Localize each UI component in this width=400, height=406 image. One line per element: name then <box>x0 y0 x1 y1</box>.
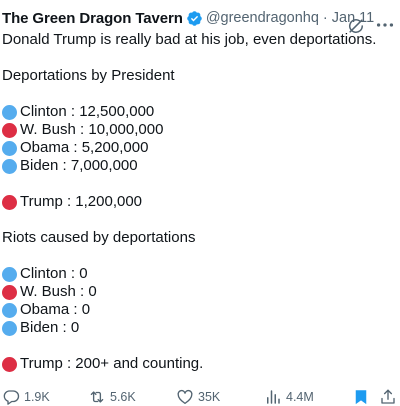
views-count: 4.4M <box>286 390 314 404</box>
author-name[interactable]: The Green Dragon Tavern <box>2 10 183 27</box>
tweet-header: The Green Dragon Tavern @greendragonhq ·… <box>2 8 400 28</box>
red-circle-icon <box>2 122 17 138</box>
list-item: Clinton : 0 <box>2 265 400 283</box>
views-button[interactable]: 4.4M <box>264 388 314 406</box>
repost-count: 5.6K <box>110 390 136 404</box>
blue-circle-icon <box>2 320 17 336</box>
reply-icon <box>3 390 20 405</box>
list-item: Biden : 7,000,000 <box>2 157 400 175</box>
red-circle-icon <box>2 194 17 210</box>
intro-line: Donald Trump is really bad at his job, e… <box>2 31 377 48</box>
views-icon <box>267 390 280 404</box>
section-title-riots: Riots caused by deportations <box>2 229 196 246</box>
list-item: W. Bush : 10,000,000 <box>2 121 400 139</box>
list-item: Trump : 1,200,000 <box>2 193 400 211</box>
verified-badge-icon[interactable] <box>186 10 203 27</box>
red-circle-icon <box>2 356 17 372</box>
list-item: Obama : 5,200,000 <box>2 139 400 157</box>
tweet: The Green Dragon Tavern @greendragonhq ·… <box>0 8 400 406</box>
grok-icon[interactable] <box>346 16 366 36</box>
blue-circle-icon <box>2 266 17 282</box>
list-item: Trump : 200+ and counting. <box>2 355 400 373</box>
repost-button[interactable]: 5.6K <box>88 388 136 406</box>
more-icon[interactable] <box>374 14 396 36</box>
list-item: Clinton : 12,500,000 <box>2 103 400 121</box>
list-item: Biden : 0 <box>2 319 400 337</box>
repost-icon <box>90 391 104 403</box>
share-button[interactable] <box>379 388 400 406</box>
action-bar: 1.9K 5.6K 35K 4.4M <box>2 387 396 406</box>
blue-circle-icon <box>2 104 17 120</box>
like-button[interactable]: 35K <box>176 388 220 406</box>
bookmark-button[interactable] <box>352 388 374 406</box>
tweet-text: Donald Trump is really bad at his job, e… <box>2 31 400 373</box>
list-item: W. Bush : 0 <box>2 283 400 301</box>
blue-circle-icon <box>2 302 17 318</box>
blue-circle-icon <box>2 158 17 174</box>
reply-count: 1.9K <box>24 390 50 404</box>
separator-dot: · <box>322 10 328 26</box>
list-item: Obama : 0 <box>2 301 400 319</box>
reply-button[interactable]: 1.9K <box>2 388 50 406</box>
section-title-deportations: Deportations by President <box>2 67 175 84</box>
bookmark-icon <box>355 390 367 405</box>
blue-circle-icon <box>2 140 17 156</box>
like-count: 35K <box>198 390 221 404</box>
author-handle[interactable]: @greendragonhq <box>206 10 319 26</box>
like-icon <box>177 389 193 405</box>
red-circle-icon <box>2 284 17 300</box>
share-icon <box>381 389 395 404</box>
